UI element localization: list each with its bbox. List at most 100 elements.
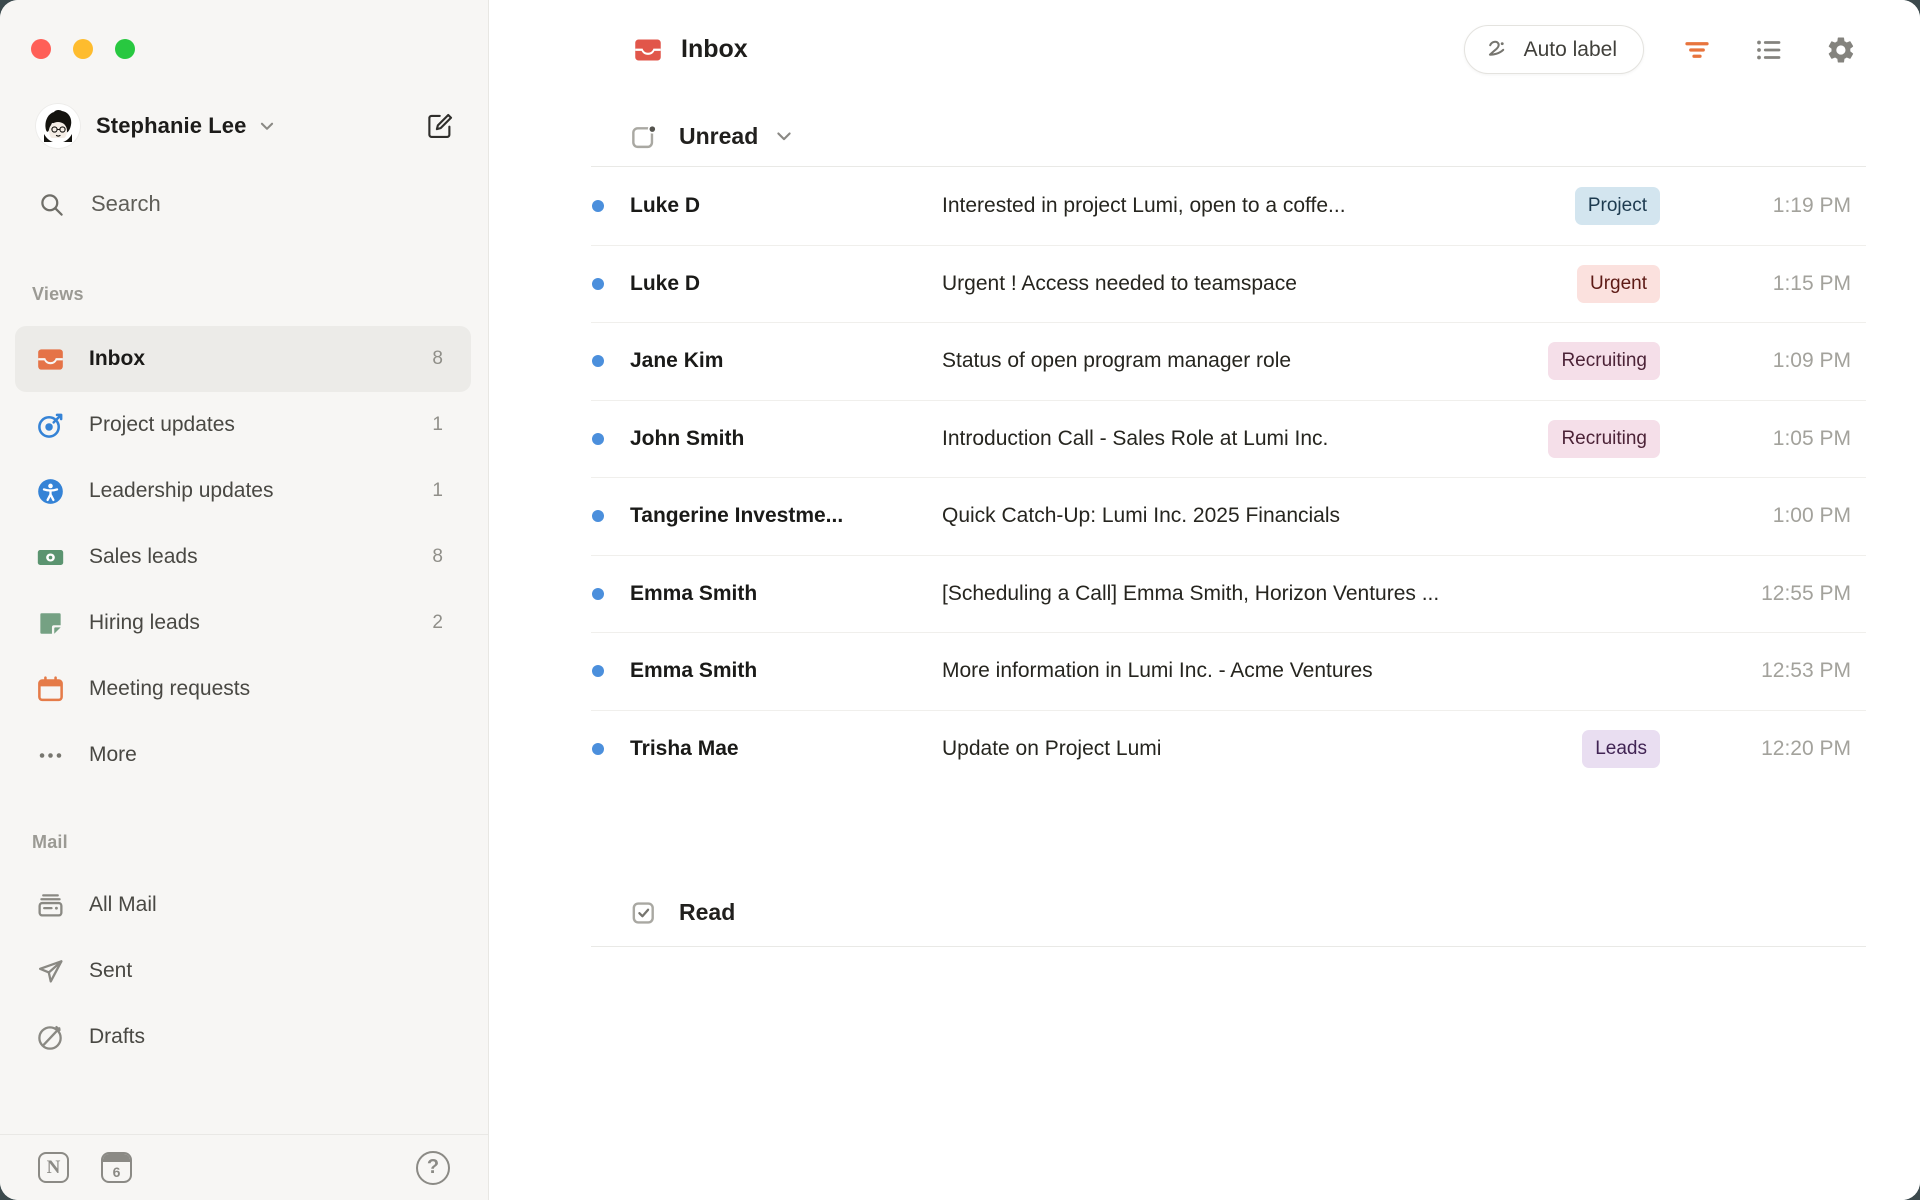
ellipsis-icon	[36, 741, 65, 770]
sidebar-item-label: More	[89, 743, 137, 767]
app-badges: N 6	[38, 1152, 132, 1183]
inbox-icon	[36, 345, 65, 374]
sidebar-item-sent[interactable]: Sent	[15, 938, 471, 1004]
calendar-app-icon[interactable]: 6	[101, 1152, 132, 1183]
email-sender: Emma Smith	[630, 582, 942, 606]
sidebar-item-label: Drafts	[89, 1025, 145, 1049]
paper-plane-icon	[36, 957, 65, 986]
sidebar-item-count: 2	[432, 612, 443, 634]
profile-name: Stephanie Lee	[96, 113, 246, 139]
email-row[interactable]: John Smith Introduction Call - Sales Rol…	[591, 400, 1866, 478]
sidebar: Stephanie Lee Search Views	[0, 0, 489, 1200]
calendar-app-date: 6	[103, 1162, 130, 1181]
email-sender: Tangerine Investme...	[630, 504, 942, 528]
auto-label-button[interactable]: Auto label	[1464, 25, 1644, 74]
unread-group-header[interactable]: Unread	[489, 108, 1920, 164]
list-view-button[interactable]	[1750, 31, 1788, 69]
unread-dot	[592, 743, 604, 755]
email-subject: Interested in project Lumi, open to a co…	[942, 194, 1559, 218]
read-checkbox-icon	[629, 898, 658, 927]
views-nav: Inbox 8 Project updates 1	[15, 326, 471, 788]
search-label: Search	[91, 191, 161, 217]
sidebar-item-label: Sales leads	[89, 545, 198, 569]
chevron-down-icon	[774, 126, 794, 146]
email-subject: More information in Lumi Inc. - Acme Ven…	[942, 659, 1674, 683]
search-button[interactable]: Search	[24, 180, 464, 228]
email-time: 1:15 PM	[1674, 272, 1866, 296]
unread-dot	[592, 665, 604, 677]
calendar-icon	[36, 675, 65, 704]
sidebar-item-all-mail[interactable]: All Mail	[15, 872, 471, 938]
email-row[interactable]: Luke D Interested in project Lumi, open …	[591, 167, 1866, 245]
email-row[interactable]: Luke D Urgent ! Access needed to teamspa…	[591, 245, 1866, 323]
label-badge[interactable]: Recruiting	[1548, 420, 1660, 458]
unread-icon	[629, 122, 658, 151]
email-time: 12:53 PM	[1674, 659, 1866, 683]
label-badge[interactable]: Recruiting	[1548, 342, 1660, 380]
sidebar-item-label: All Mail	[89, 893, 157, 917]
help-icon[interactable]: ?	[416, 1151, 450, 1185]
auto-label-button-label: Auto label	[1524, 38, 1617, 62]
sidebar-item-count: 8	[432, 546, 443, 568]
email-subject: [Scheduling a Call] Emma Smith, Horizon …	[942, 582, 1674, 606]
email-time: 1:19 PM	[1674, 194, 1866, 218]
page-title: Inbox	[681, 35, 748, 64]
unread-dot	[592, 588, 604, 600]
read-divider	[591, 946, 1866, 947]
mail-nav: All Mail Sent	[15, 872, 471, 1070]
email-sender: Trisha Mae	[630, 737, 942, 761]
email-subject: Introduction Call - Sales Role at Lumi I…	[942, 427, 1532, 451]
unread-dot	[592, 200, 604, 212]
label-badge[interactable]: Urgent	[1577, 265, 1660, 303]
email-row[interactable]: Emma Smith More information in Lumi Inc.…	[591, 632, 1866, 710]
sidebar-item-label: Sent	[89, 959, 132, 983]
email-subject: Quick Catch-Up: Lumi Inc. 2025 Financial…	[942, 504, 1674, 528]
email-subject: Status of open program manager role	[942, 349, 1532, 373]
filter-button[interactable]	[1678, 31, 1716, 69]
sidebar-item-more[interactable]: More	[15, 722, 471, 788]
email-row[interactable]: Emma Smith [Scheduling a Call] Emma Smit…	[591, 555, 1866, 633]
sidebar-item-inbox[interactable]: Inbox 8	[15, 326, 471, 392]
email-sender: Jane Kim	[630, 349, 942, 373]
zoom-window-button[interactable]	[115, 39, 135, 59]
list-icon	[1754, 35, 1784, 65]
unread-dot	[592, 278, 604, 290]
sidebar-item-label: Leadership updates	[89, 479, 273, 503]
compose-button[interactable]	[422, 108, 458, 144]
chevron-down-icon	[258, 117, 276, 135]
sidebar-item-drafts[interactable]: Drafts	[15, 1004, 471, 1070]
compose-icon	[425, 111, 455, 141]
calendar-app-top-bar	[103, 1154, 130, 1162]
sidebar-item-leadership-updates[interactable]: Leadership updates 1	[15, 458, 471, 524]
email-sender: Luke D	[630, 272, 942, 296]
close-window-button[interactable]	[31, 39, 51, 59]
email-row[interactable]: Trisha Mae Update on Project Lumi Leads …	[591, 710, 1866, 788]
magic-wand-icon	[1485, 36, 1512, 63]
app-window: Stephanie Lee Search Views	[0, 0, 1920, 1200]
sticky-note-icon	[36, 609, 65, 638]
email-row[interactable]: Jane Kim Status of open program manager …	[591, 322, 1866, 400]
email-row[interactable]: Tangerine Investme... Quick Catch-Up: Lu…	[591, 477, 1866, 555]
sidebar-item-sales-leads[interactable]: Sales leads 8	[15, 524, 471, 590]
label-badge[interactable]: Project	[1575, 187, 1660, 225]
label-badge[interactable]: Leads	[1582, 730, 1660, 768]
email-sender: Emma Smith	[630, 659, 942, 683]
email-sender: Luke D	[630, 194, 942, 218]
sidebar-item-meeting-requests[interactable]: Meeting requests	[15, 656, 471, 722]
unread-dot	[592, 433, 604, 445]
sidebar-item-project-updates[interactable]: Project updates 1	[15, 392, 471, 458]
minimize-window-button[interactable]	[73, 39, 93, 59]
read-group-header[interactable]: Read	[489, 884, 1920, 940]
email-time: 1:09 PM	[1674, 349, 1866, 373]
settings-button[interactable]	[1822, 31, 1860, 69]
sidebar-item-hiring-leads[interactable]: Hiring leads 2	[15, 590, 471, 656]
notion-logo-icon[interactable]: N	[38, 1152, 69, 1183]
email-sender: John Smith	[630, 427, 942, 451]
sidebar-footer: N 6 ?	[0, 1135, 488, 1200]
sidebar-item-label: Hiring leads	[89, 611, 200, 635]
mail-stack-icon	[36, 891, 65, 920]
window-controls	[31, 39, 135, 59]
sidebar-item-count: 1	[432, 414, 443, 436]
account-switcher[interactable]: Stephanie Lee	[36, 100, 458, 152]
sidebar-item-count: 8	[432, 348, 443, 370]
